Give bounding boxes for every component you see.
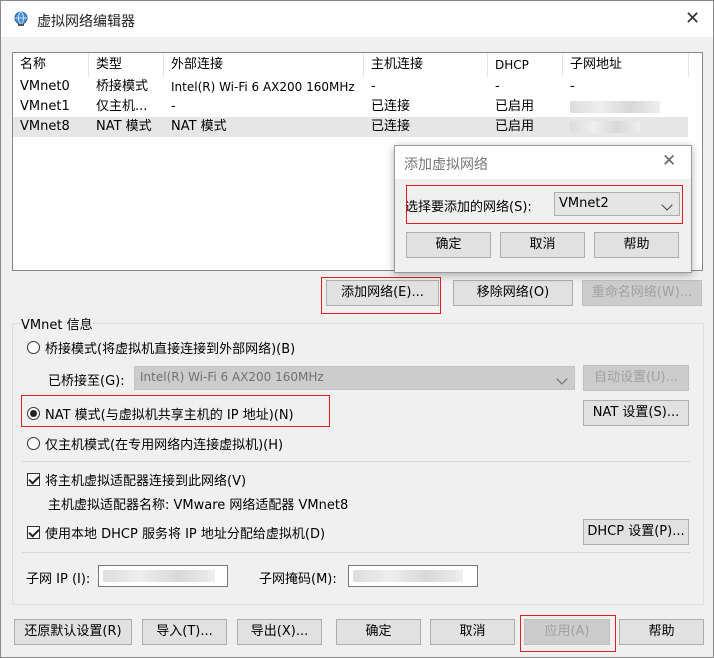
title-bar: 虚拟网络编辑器 ✕ [1, 1, 713, 37]
cell-host: 已连接 [371, 99, 411, 114]
dialog-title-bar: 添加虚拟网络 ✕ [395, 146, 691, 179]
cell-host: 已连接 [371, 119, 411, 134]
close-icon[interactable]: ✕ [662, 153, 676, 170]
cell-external: Intel(R) Wi-Fi 6 AX200 160MHz [171, 80, 355, 94]
select-network-label: 选择要添加的网络(S): [405, 200, 532, 215]
nat-settings-button[interactable]: NAT 设置(S)... [583, 400, 689, 426]
close-icon[interactable]: ✕ [685, 10, 700, 28]
help-button[interactable]: 帮助 [619, 619, 704, 645]
column-header[interactable]: 子网地址 [563, 53, 689, 77]
adapter-name-label: 主机虚拟适配器名称: VMware 网络适配器 VMnet8 [48, 498, 349, 513]
bridged-mode-label[interactable]: 桥接模式(将虚拟机直接连接到外部网络)(B) [45, 338, 295, 357]
cell-host: - [371, 79, 376, 94]
connect-adapter-checkbox[interactable] [27, 473, 40, 486]
cell-type: 仅主机... [96, 99, 148, 114]
virtual-network-editor-window: 虚拟网络编辑器 ✕ 名称 类型 外部连接 主机连接 DHCP 子网地址 VMne… [0, 0, 714, 658]
cell-subnet-redacted [563, 97, 689, 117]
dialog-title: 添加虚拟网络 [404, 157, 488, 173]
column-header[interactable]: 外部连接 [164, 53, 364, 77]
column-header[interactable]: 主机连接 [364, 53, 488, 77]
rename-network-button[interactable]: 重命名网络(W)... [582, 280, 702, 306]
export-button[interactable]: 导出(X)... [237, 619, 322, 645]
subnet-mask-label: 子网掩码(M): [259, 572, 337, 587]
cell-dhcp: - [495, 79, 500, 94]
table-row[interactable]: VMnet8 NAT 模式 NAT 模式 已连接 已启用 [13, 117, 688, 137]
table-row[interactable]: VMnet0 桥接模式 Intel(R) Wi-Fi 6 AX200 160MH… [13, 77, 688, 97]
cell-name: VMnet0 [20, 79, 70, 94]
dhcp-checkbox[interactable] [27, 526, 40, 539]
nat-mode-label[interactable]: NAT 模式(与虚拟机共享主机的 IP 地址)(N) [45, 404, 294, 423]
apply-button[interactable]: 应用(A) [524, 619, 610, 645]
network-select[interactable]: VMnet2 [554, 192, 680, 216]
dhcp-label[interactable]: 使用本地 DHCP 服务将 IP 地址分配给虚拟机(D) [45, 523, 325, 542]
cell-name: VMnet1 [20, 99, 70, 114]
cell-type: 桥接模式 [96, 79, 149, 94]
auto-settings-button[interactable]: 自动设置(U)... [583, 365, 689, 391]
connect-adapter-label[interactable]: 将主机虚拟适配器连接到此网络(V) [45, 470, 246, 489]
dialog-help-button[interactable]: 帮助 [594, 232, 679, 258]
table-row[interactable]: VMnet1 仅主机... - 已连接 已启用 [13, 97, 688, 117]
dialog-ok-button[interactable]: 确定 [406, 232, 491, 258]
network-select-value: VMnet2 [559, 196, 609, 211]
add-virtual-network-dialog: 添加虚拟网络 ✕ 选择要添加的网络(S): VMnet2 确定 取消 帮助 [394, 145, 692, 273]
bridged-mode-radio[interactable] [27, 341, 40, 354]
bridged-to-select[interactable]: Intel(R) Wi-Fi 6 AX200 160MHz [134, 366, 575, 390]
column-header[interactable]: DHCP [488, 53, 563, 77]
add-network-button[interactable]: 添加网络(E)... [326, 280, 439, 306]
cell-subnet: - [570, 79, 575, 94]
cell-external: NAT 模式 [171, 119, 227, 134]
host-only-radio[interactable] [27, 437, 40, 450]
subnet-ip-label: 子网 IP (I): [26, 572, 91, 587]
chevron-down-icon [556, 373, 568, 385]
column-header[interactable]: 类型 [89, 53, 164, 77]
divider [22, 552, 690, 553]
remove-network-button[interactable]: 移除网络(O) [453, 280, 573, 306]
divider [22, 461, 690, 462]
cell-type: NAT 模式 [96, 119, 152, 134]
subnet-ip-input[interactable] [98, 565, 228, 587]
bridged-to-value: Intel(R) Wi-Fi 6 AX200 160MHz [140, 370, 324, 384]
nat-mode-radio[interactable] [27, 407, 40, 420]
column-header[interactable]: 名称 [13, 53, 89, 77]
subnet-mask-input[interactable] [348, 565, 478, 587]
vmnet-info-legend: VMnet 信息 [21, 314, 93, 333]
window-title: 虚拟网络编辑器 [37, 14, 135, 30]
network-globe-icon [14, 11, 28, 26]
dhcp-settings-button[interactable]: DHCP 设置(P)... [583, 519, 689, 545]
cancel-button[interactable]: 取消 [430, 619, 515, 645]
dialog-cancel-button[interactable]: 取消 [500, 232, 585, 258]
ok-button[interactable]: 确定 [336, 619, 421, 645]
bridged-to-label: 已桥接至(G): [48, 374, 125, 389]
import-button[interactable]: 导入(T)... [142, 619, 227, 645]
restore-defaults-button[interactable]: 还原默认设置(R) [14, 619, 132, 645]
host-only-label[interactable]: 仅主机模式(在专用网络内连接虚拟机)(H) [45, 434, 283, 453]
cell-dhcp: 已启用 [495, 119, 535, 134]
cell-external: - [171, 99, 176, 114]
chevron-down-icon [661, 199, 673, 211]
cell-dhcp: 已启用 [495, 99, 535, 114]
cell-subnet-redacted [563, 117, 689, 137]
cell-name: VMnet8 [20, 119, 70, 134]
